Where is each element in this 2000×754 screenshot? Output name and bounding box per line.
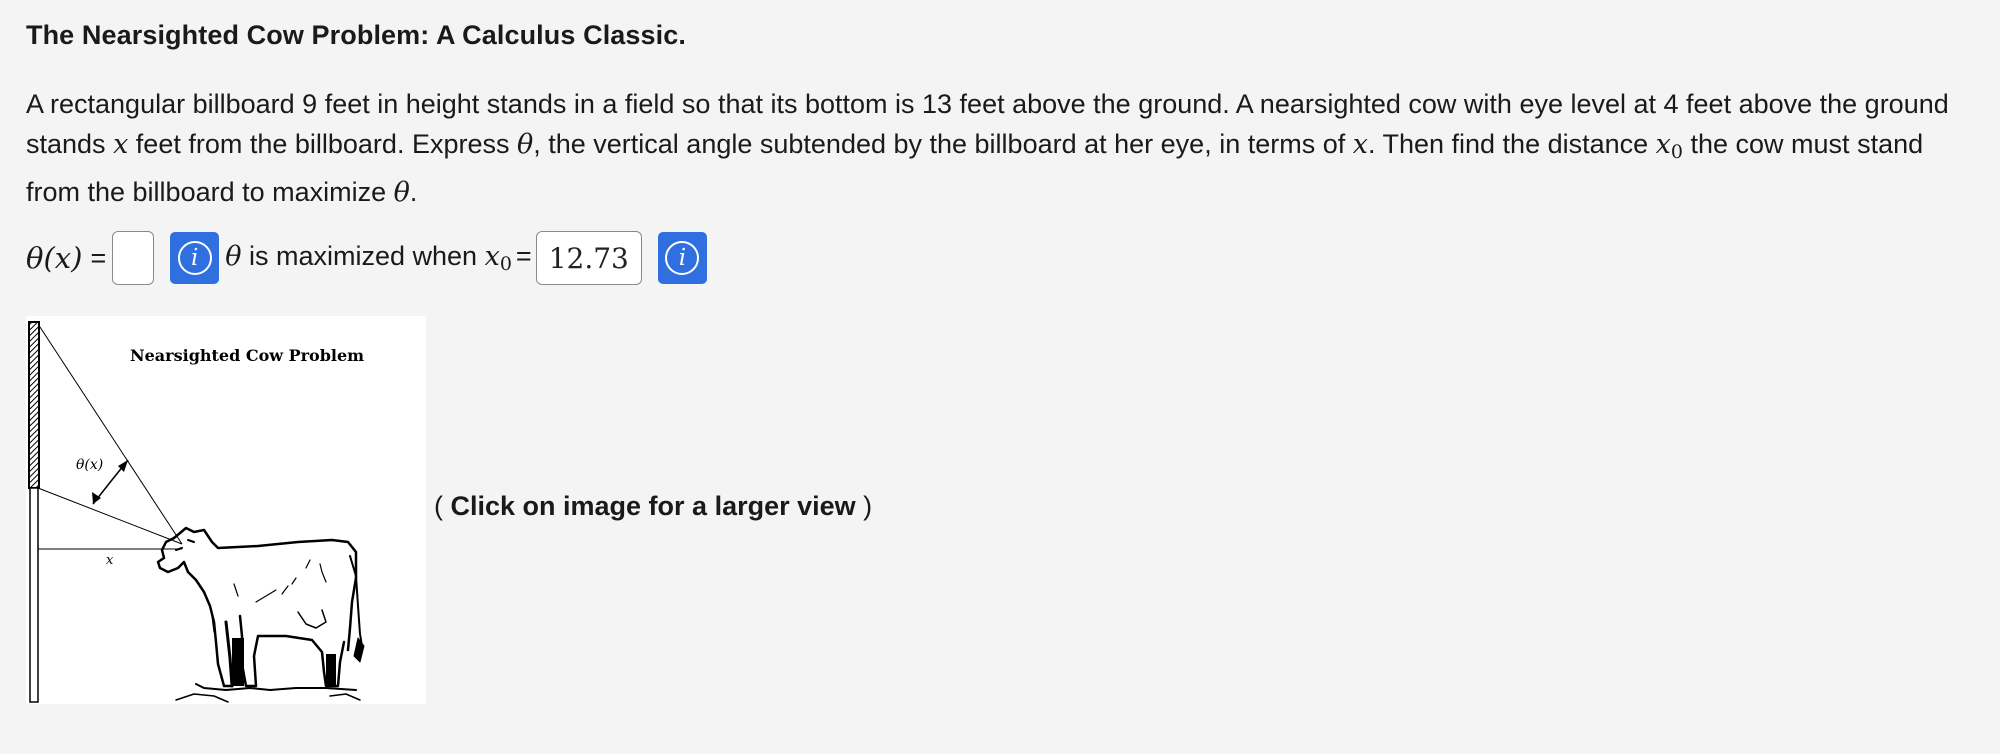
click-for-larger-view[interactable]: ( Click on image for a larger view ) [434,491,872,522]
problem-text: feet from the billboard. Express [128,129,517,159]
distance-label: x [106,553,114,568]
equals-sign: = [515,241,532,271]
statement-text: is maximized when [241,241,485,271]
cow-diagram: Nearsighted Cow Problem θ(x) x [26,316,426,704]
math-var-x: x [113,129,129,160]
theta-info-button[interactable]: i [170,232,220,284]
math-x0-subscript: 0 [1670,141,1683,163]
answer-row: θ(x) = i θ is maximized when x0 = 12.73 i [26,230,707,286]
billboard [28,321,40,489]
math-theta: θ [393,177,410,208]
click-note-text: Click on image for a larger view [450,491,856,521]
x0-info-button[interactable]: i [657,232,707,284]
theta-function-label: θ(x) [26,241,83,275]
angle-label: θ(x) [76,457,103,473]
problem-text: . [409,177,418,207]
maximize-statement: θ is maximized when x0 = [225,241,535,275]
paren-close: ) [855,491,873,521]
math-x0-subscript: 0 [499,253,512,275]
math-x0: x [1655,129,1671,160]
math-theta: θ [516,129,534,160]
equals-sign: = [90,242,107,273]
problem-statement: A rectangular billboard 9 feet in height… [26,84,1976,213]
info-icon: i [177,241,212,275]
figure-background [26,316,426,704]
math-var-x: x [1352,129,1368,160]
problem-text: , the vertical angle subtended by the bi… [533,129,1353,159]
math-theta: θ [225,241,242,272]
x0-answer-field[interactable]: 12.73 [535,231,642,285]
figure-caption: Nearsighted Cow Problem [130,346,364,365]
info-icon: i [665,241,700,275]
math-x0: x [484,241,500,272]
theta-answer-field[interactable] [112,231,155,285]
cow-problem-figure[interactable]: Nearsighted Cow Problem θ(x) x [26,316,426,704]
problem-text: . Then find the distance [1367,129,1656,159]
billboard-post [29,487,39,703]
paren-open: ( [434,491,451,521]
page-title: The Nearsighted Cow Problem: A Calculus … [26,20,686,50]
